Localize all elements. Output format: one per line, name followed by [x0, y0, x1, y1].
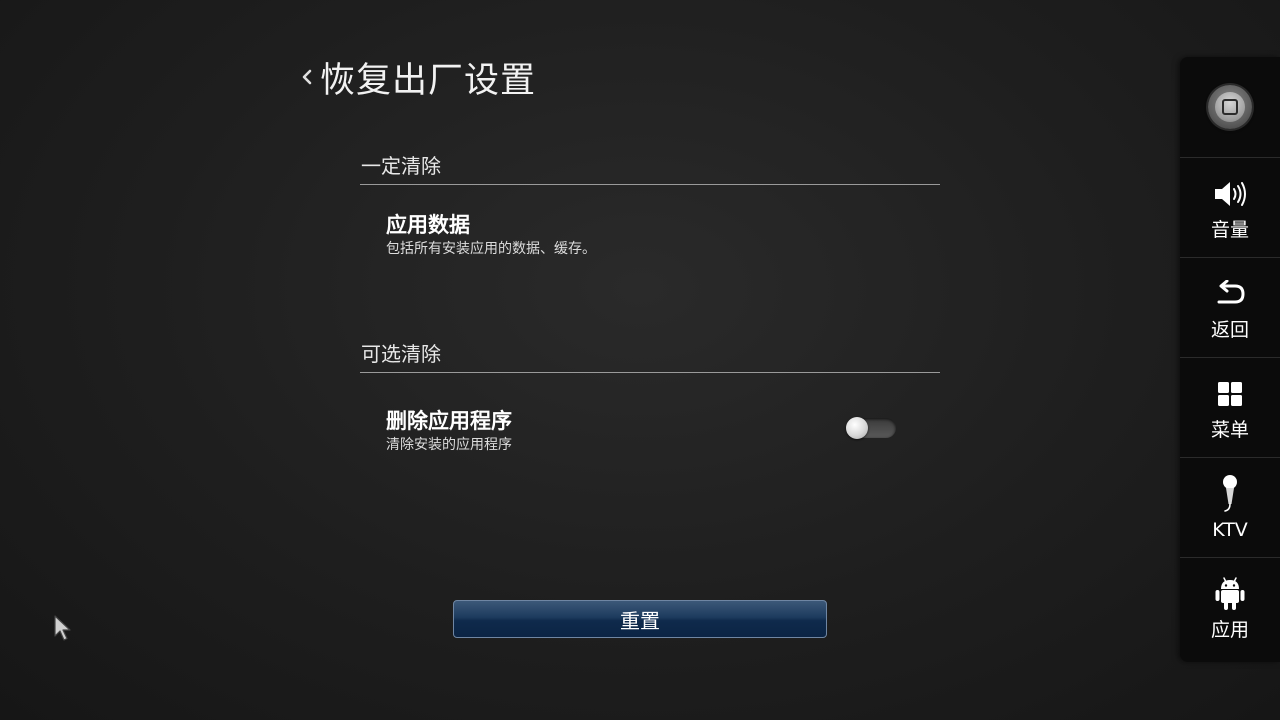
side-item-label: KTV — [1212, 518, 1248, 541]
menu-grid-icon — [1210, 374, 1250, 414]
toggle-knob — [846, 417, 868, 439]
chevron-left-icon — [302, 69, 312, 85]
page-header: 恢复出厂设置 — [296, 52, 536, 102]
side-item-apps[interactable]: 应用 — [1180, 557, 1280, 657]
list-item-app-data: 应用数据 包括所有安装应用的数据、缓存。 — [386, 212, 596, 260]
volume-icon — [1210, 174, 1250, 214]
item-title: 应用数据 — [386, 213, 470, 237]
side-control-panel: 音量 返回 菜单 KTV 应用 — [1180, 57, 1280, 662]
side-item-home[interactable] — [1180, 57, 1280, 157]
side-item-ktv[interactable]: KTV — [1180, 457, 1280, 557]
side-item-label: 返回 — [1210, 318, 1249, 341]
back-arrow-icon — [1210, 274, 1250, 314]
item-description: 清除安装的应用程序 — [386, 437, 512, 453]
delete-apps-toggle[interactable] — [846, 417, 896, 439]
back-button[interactable] — [296, 57, 318, 97]
android-icon — [1210, 574, 1250, 614]
side-item-label: 菜单 — [1210, 418, 1249, 441]
section-heading-optional: 可选清除 — [360, 341, 940, 373]
side-item-back[interactable]: 返回 — [1180, 257, 1280, 357]
reset-button[interactable]: 重置 — [453, 600, 827, 638]
page-title: 恢复出厂设置 — [320, 60, 537, 101]
side-item-volume[interactable]: 音量 — [1180, 157, 1280, 257]
side-item-label: 应用 — [1210, 618, 1249, 641]
item-title: 删除应用程序 — [386, 409, 512, 433]
side-item-label: 音量 — [1210, 218, 1249, 241]
item-description: 包括所有安装应用的数据、缓存。 — [386, 241, 596, 257]
microphone-icon — [1210, 474, 1250, 514]
section-heading-required: 一定清除 — [360, 153, 940, 185]
mouse-cursor-icon — [54, 615, 71, 641]
side-item-menu[interactable]: 菜单 — [1180, 357, 1280, 457]
list-item-delete-apps[interactable]: 删除应用程序 清除安装的应用程序 — [386, 408, 512, 456]
home-icon — [1208, 85, 1252, 129]
